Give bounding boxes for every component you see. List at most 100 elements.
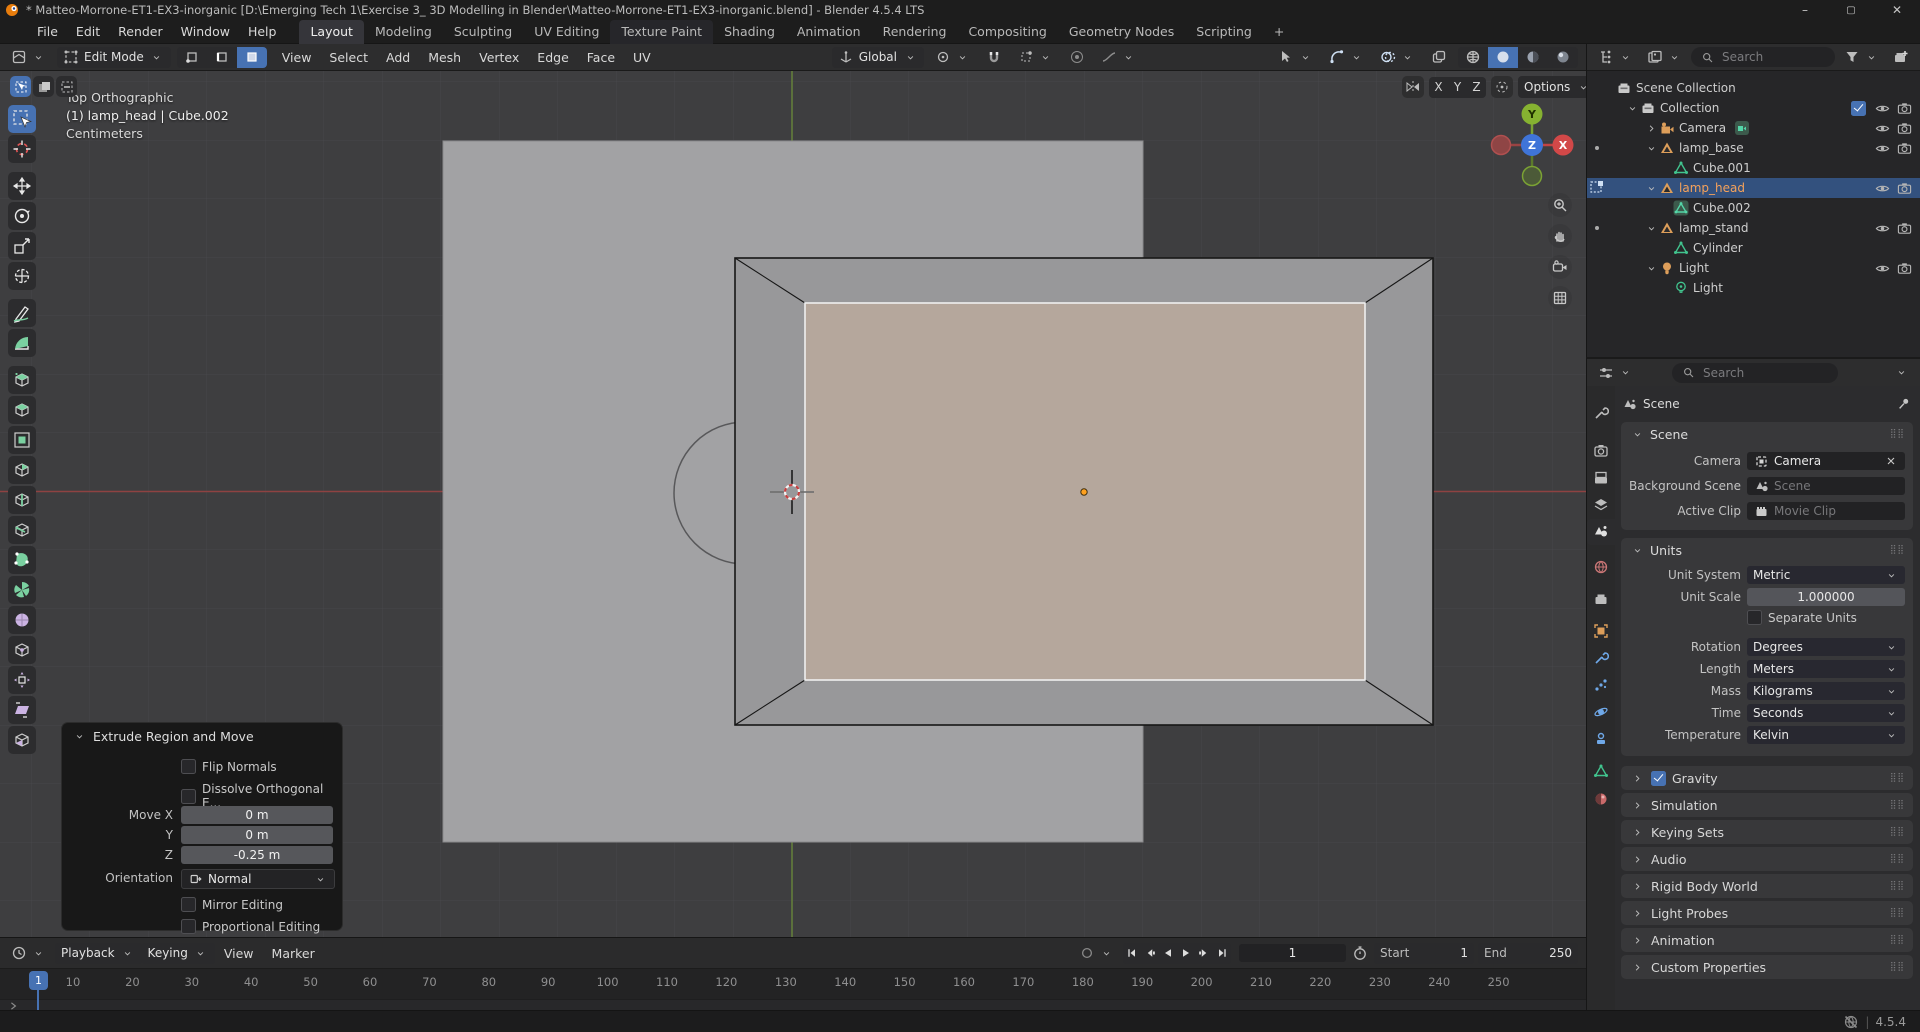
- hide-toggle-eye-icon[interactable]: [1874, 100, 1890, 116]
- current-frame-field[interactable]: 1: [1239, 944, 1346, 962]
- properties-tab-render[interactable]: [1587, 438, 1615, 464]
- hide-toggle-eye-icon[interactable]: [1874, 140, 1890, 156]
- panel-keying-sets[interactable]: Keying Sets ⣿⣿: [1621, 820, 1913, 844]
- outliner-filter-dropdown[interactable]: [1839, 47, 1884, 67]
- workspace-tab-sculpting[interactable]: Sculpting: [443, 20, 523, 44]
- menu-render[interactable]: Render: [109, 20, 172, 44]
- shading-rendered-button[interactable]: [1548, 47, 1578, 68]
- auto-keying-button[interactable]: [1074, 943, 1119, 963]
- time-dropdown[interactable]: Seconds: [1747, 704, 1905, 722]
- unit-system-dropdown[interactable]: Metric: [1747, 566, 1905, 584]
- move-z-field[interactable]: -0.25 m: [181, 846, 333, 864]
- hide-toggle-eye-icon[interactable]: [1874, 120, 1890, 136]
- hide-toggle-eye-icon[interactable]: [1874, 180, 1890, 196]
- workspace-tab-shading[interactable]: Shading: [713, 20, 786, 44]
- viewport-menu-add[interactable]: Add: [377, 45, 419, 69]
- disable-render-camera-icon[interactable]: [1896, 140, 1912, 156]
- properties-tab-constraint[interactable]: [1587, 726, 1615, 752]
- panel-audio[interactable]: Audio ⣿⣿: [1621, 847, 1913, 871]
- tool-scale[interactable]: [8, 232, 36, 260]
- properties-tab-particles[interactable]: [1587, 672, 1615, 698]
- outliner-row-light[interactable]: Light: [1587, 278, 1920, 298]
- workspace-tab-scripting[interactable]: Scripting: [1185, 20, 1263, 44]
- panel-rigid-body-world[interactable]: Rigid Body World ⣿⣿: [1621, 874, 1913, 898]
- outliner-search[interactable]: [1691, 47, 1835, 67]
- move-y-field[interactable]: 0 m: [181, 826, 333, 844]
- close-button[interactable]: ✕: [1874, 3, 1920, 17]
- tool-edge-slide[interactable]: [8, 636, 36, 664]
- unit-scale-slider[interactable]: 1.000000: [1747, 588, 1905, 606]
- hide-toggle-eye-icon[interactable]: [1874, 220, 1890, 236]
- properties-tab-viewlayer[interactable]: [1587, 492, 1615, 518]
- timeline-ruler[interactable]: 1 10203040506070809010011012013014015016…: [0, 968, 1586, 999]
- playhead[interactable]: 1: [29, 971, 48, 990]
- checkbox[interactable]: [181, 897, 196, 912]
- tool-measure[interactable]: [8, 329, 36, 357]
- tool-cursor[interactable]: [8, 135, 36, 163]
- workspace-tab-texture-paint[interactable]: Texture Paint: [610, 20, 713, 44]
- checkbox[interactable]: [181, 789, 196, 804]
- clear-x-icon[interactable]: [1883, 453, 1899, 469]
- viewport-menu-edge[interactable]: Edge: [528, 45, 577, 69]
- select-extend-button[interactable]: [33, 76, 54, 97]
- prev-keyframe-button[interactable]: [1141, 943, 1159, 964]
- tool-spin[interactable]: [8, 576, 36, 604]
- properties-search-input[interactable]: [1701, 365, 1830, 381]
- gizmo-x-neg-axis[interactable]: [1492, 136, 1511, 155]
- menu-edit[interactable]: Edit: [67, 20, 109, 44]
- properties-tab-scene[interactable]: [1587, 519, 1615, 545]
- timeline-menu-marker[interactable]: Marker: [263, 941, 324, 965]
- viewport-menu-vertex[interactable]: Vertex: [470, 45, 528, 69]
- timeline-menu-playback[interactable]: Playback: [55, 943, 142, 964]
- viewport-menu-mesh[interactable]: Mesh: [419, 45, 470, 69]
- tool-inset-faces[interactable]: [8, 426, 36, 454]
- edge-select-button[interactable]: [207, 47, 237, 68]
- properties-tab-output[interactable]: [1587, 465, 1615, 491]
- outliner-row-collection[interactable]: Collection: [1587, 98, 1920, 118]
- panel-grip[interactable]: ⣿⣿: [1890, 429, 1905, 439]
- navigation-gizmo[interactable]: Y X Z: [1482, 95, 1582, 195]
- length-dropdown[interactable]: Meters: [1747, 660, 1905, 678]
- properties-search[interactable]: [1672, 363, 1838, 383]
- frame-start-field[interactable]: Start1: [1374, 943, 1474, 964]
- outliner-row-lamp_stand[interactable]: lamp_stand: [1587, 218, 1920, 238]
- disable-render-camera-icon[interactable]: [1896, 220, 1912, 236]
- shading-material-button[interactable]: [1518, 47, 1548, 68]
- tool-select-box[interactable]: [8, 105, 36, 133]
- snap-toggle-button[interactable]: [981, 47, 1007, 67]
- panel-simulation[interactable]: Simulation ⣿⣿: [1621, 793, 1913, 817]
- tool-shear[interactable]: [8, 696, 36, 724]
- outliner-row-camera[interactable]: Camera: [1587, 118, 1920, 138]
- outliner-row-light[interactable]: Light: [1587, 258, 1920, 278]
- transform-orientation-dropdown[interactable]: Global: [832, 47, 924, 68]
- proportional-edit-button[interactable]: [1064, 47, 1090, 67]
- active-clip-field[interactable]: Movie Clip: [1747, 502, 1905, 520]
- falloff-dropdown[interactable]: [1096, 47, 1141, 67]
- properties-tab-collection[interactable]: [1587, 586, 1615, 612]
- tool-rotate[interactable]: [8, 202, 36, 230]
- tool-extrude-region[interactable]: [8, 396, 36, 424]
- viewport-menu-view[interactable]: View: [273, 45, 321, 69]
- viewport-menu-select[interactable]: Select: [320, 45, 377, 69]
- checkbox[interactable]: [181, 919, 196, 934]
- tool-shrink-fatten[interactable]: [8, 666, 36, 694]
- outliner-row-lamp_base[interactable]: lamp_base: [1587, 138, 1920, 158]
- select-subtract-button[interactable]: [56, 76, 77, 97]
- timeline-menu-keying[interactable]: Keying: [142, 943, 215, 964]
- workspace-tab-animation[interactable]: Animation: [786, 20, 872, 44]
- mode-dropdown[interactable]: Edit Mode: [57, 47, 171, 68]
- panel-light-probes[interactable]: Light Probes ⣿⣿: [1621, 901, 1913, 925]
- mirror-button[interactable]: [1402, 76, 1424, 98]
- properties-editor-type-button[interactable]: [1593, 363, 1638, 383]
- frame-end-field[interactable]: End250: [1478, 943, 1578, 964]
- chevron-down-icon[interactable]: [1629, 426, 1645, 442]
- disable-render-camera-icon[interactable]: [1896, 260, 1912, 276]
- overlays-dropdown[interactable]: [1375, 47, 1420, 67]
- temperature-dropdown[interactable]: Kelvin: [1747, 726, 1905, 744]
- panel-grip[interactable]: ⣿⣿: [1890, 962, 1905, 972]
- workspace-tab-layout[interactable]: Layout: [299, 20, 364, 44]
- outliner-row-lamp_head[interactable]: lamp_head: [1587, 178, 1920, 198]
- workspace-tab-rendering[interactable]: Rendering: [872, 20, 958, 44]
- face-select-button[interactable]: [237, 47, 267, 68]
- outliner-search-input[interactable]: [1720, 49, 1827, 65]
